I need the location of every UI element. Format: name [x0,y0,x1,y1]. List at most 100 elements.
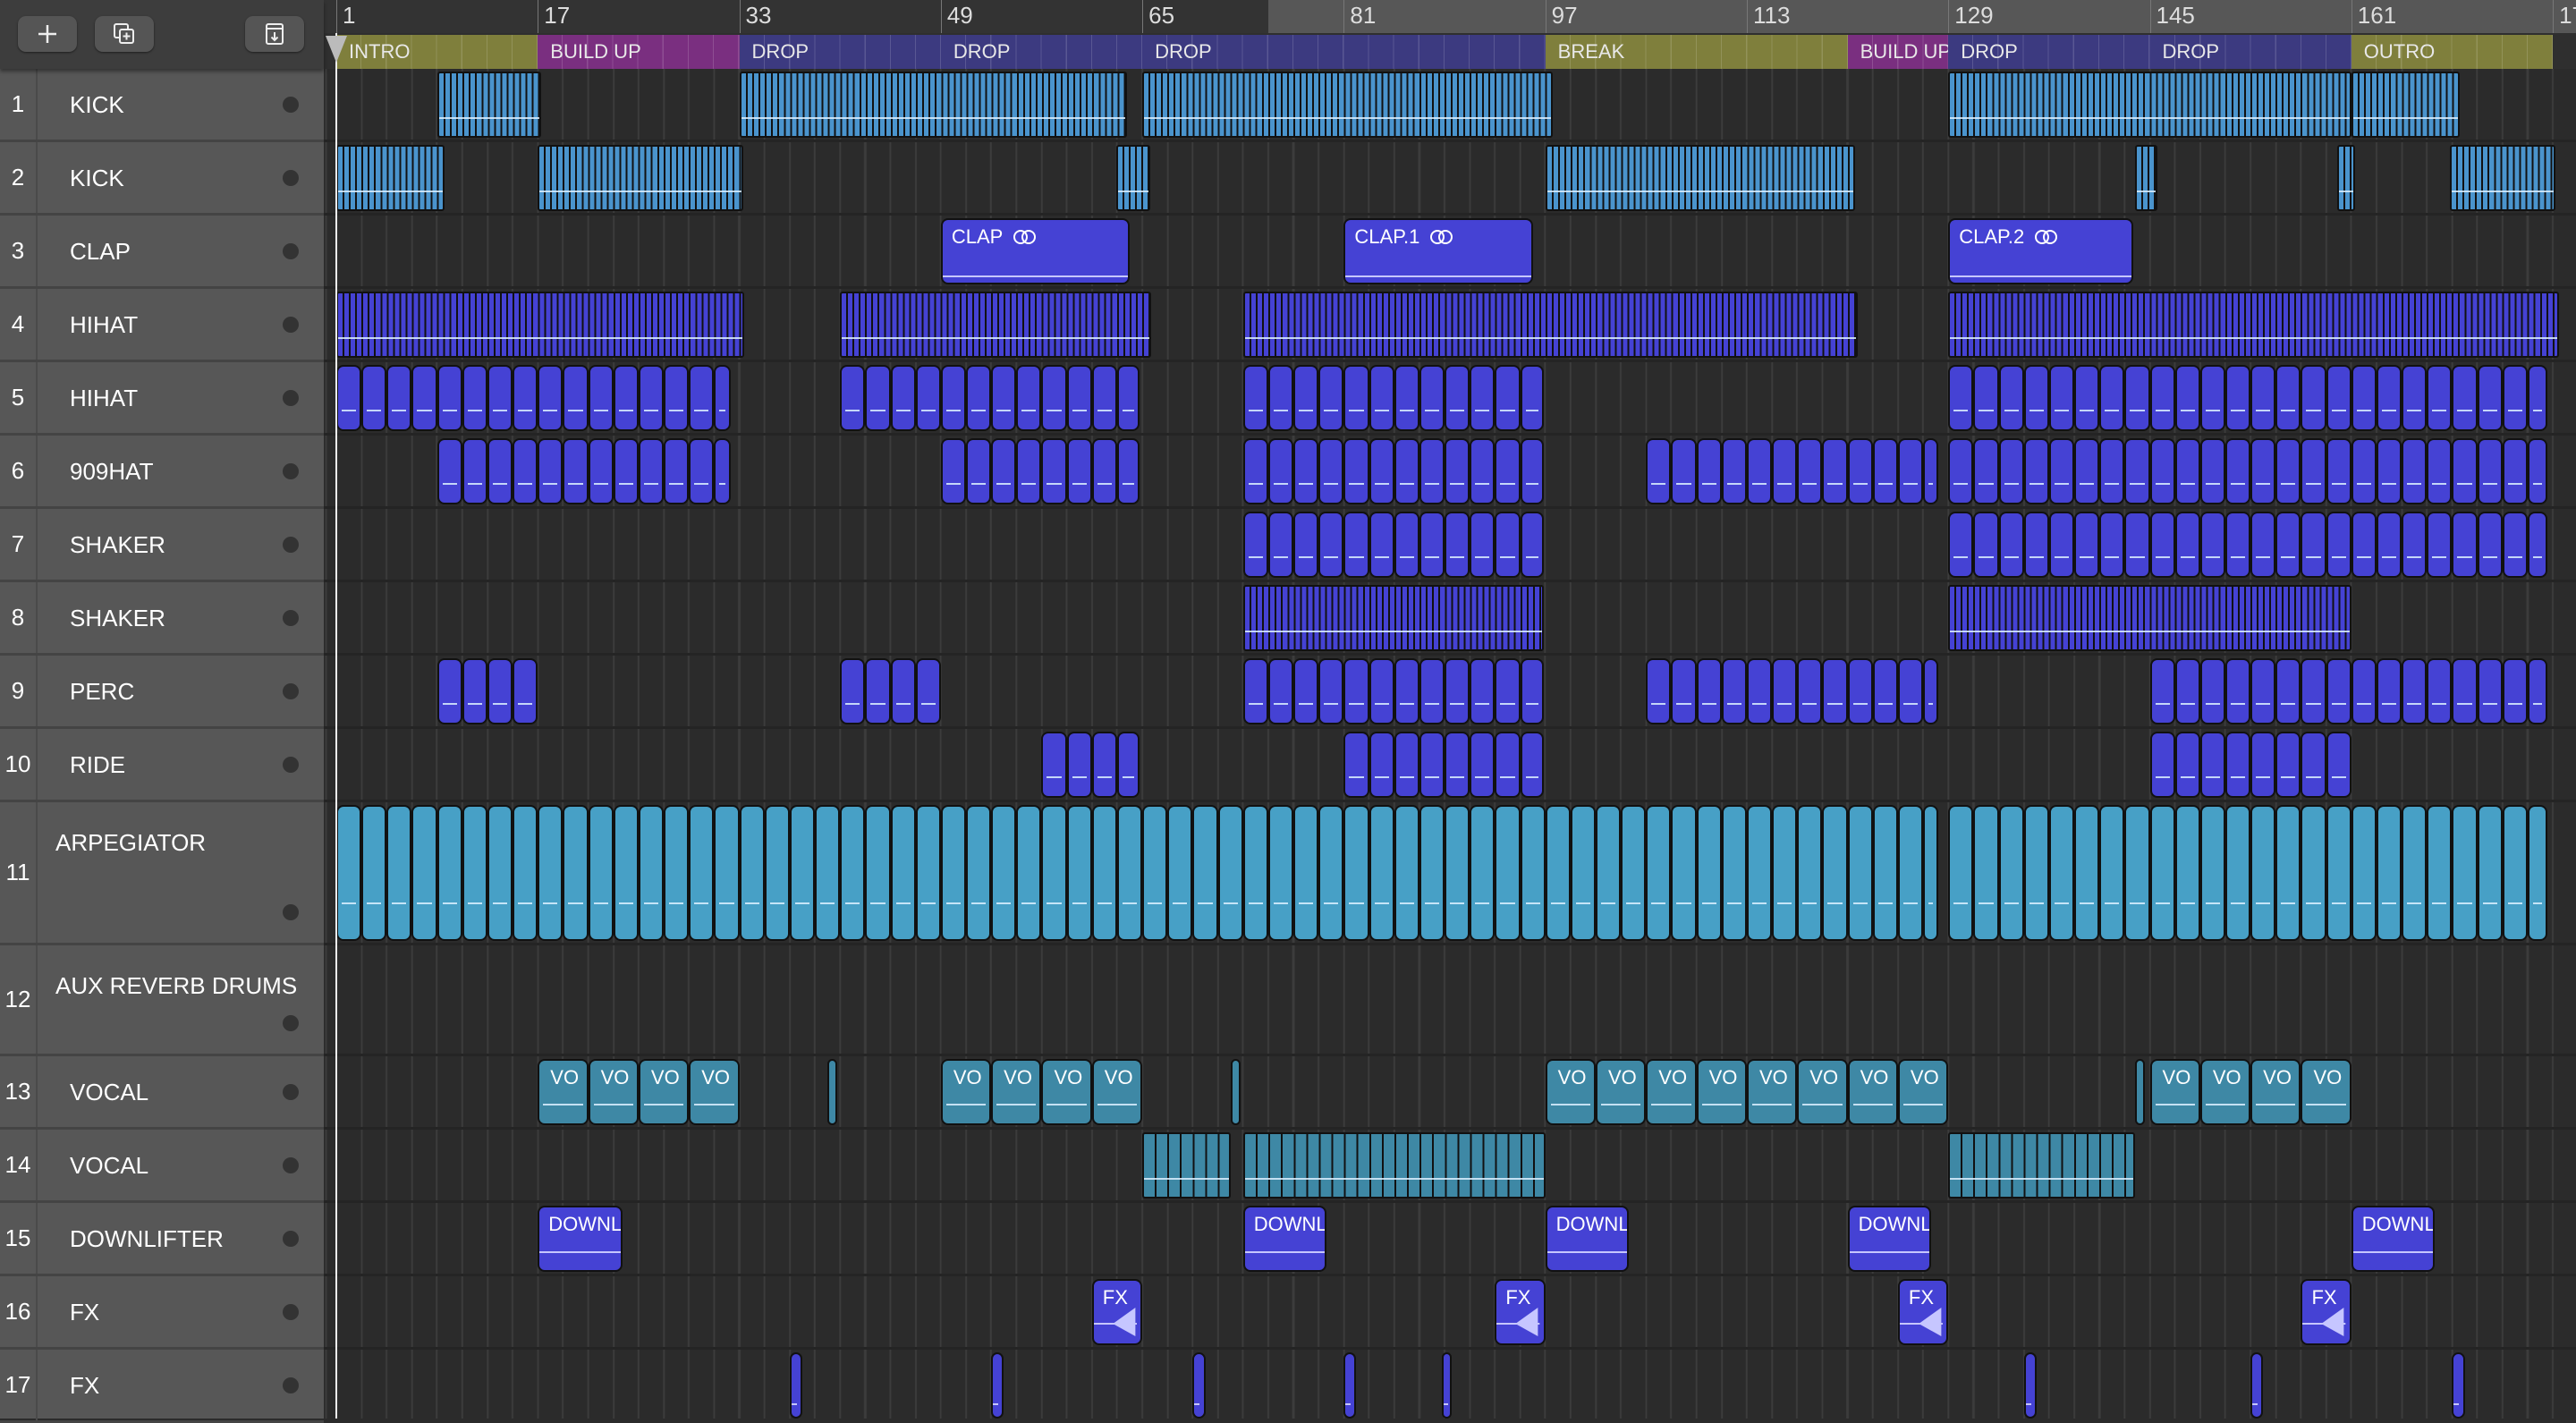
region-segment[interactable] [2224,805,2251,941]
region-segment[interactable] [588,805,614,941]
track-lane-15[interactable]: DOWNL DOWNL DOWNL DOWNL DOWNL [324,1203,2576,1276]
region[interactable] [1948,512,2548,578]
track-lane-5[interactable] [324,362,2576,436]
region-segment[interactable] [1520,512,1545,578]
region-segment[interactable] [2351,658,2377,724]
region-segment[interactable] [1066,365,1092,431]
track-header-6[interactable]: 6 909HAT [0,436,324,509]
region[interactable]: CLAP.1 [1343,218,1533,284]
region-segment[interactable] [1772,438,1798,504]
region-segment[interactable] [1041,438,1067,504]
track-status-dot[interactable] [283,243,299,259]
region-segment[interactable] [664,438,690,504]
region-segment[interactable]: VO [2199,1059,2251,1125]
region-segment[interactable] [1394,365,1419,431]
region-segment[interactable] [1872,438,1898,504]
region-segment[interactable] [2023,805,2049,941]
region[interactable] [336,145,445,211]
region-segment[interactable] [1721,438,1747,504]
region-segment[interactable] [1570,805,1596,941]
track-name[interactable]: DOWNLIFTER [70,1225,224,1253]
track-name[interactable]: HIHAT [70,385,138,412]
region-segment[interactable] [915,365,941,431]
region-segment[interactable] [865,365,891,431]
region-segment[interactable] [1419,658,1445,724]
track-status-dot[interactable] [283,1377,299,1393]
region-segment[interactable] [2023,438,2049,504]
region-segment[interactable] [2427,512,2453,578]
region-segment[interactable] [1217,805,1243,941]
region-segment[interactable] [2502,365,2528,431]
region-segment[interactable] [513,658,538,724]
region-segment[interactable] [361,365,387,431]
region-segment[interactable] [840,365,866,431]
region-segment[interactable]: VO [940,1059,992,1125]
region-segment[interactable] [940,365,966,431]
region-segment[interactable]: VO [1545,1059,1596,1125]
region-segment[interactable] [1495,658,1521,724]
track-header-7[interactable]: 7 SHAKER [0,509,324,582]
region-segment[interactable] [2477,512,2503,578]
track-header-17[interactable]: 17 FX [0,1350,324,1423]
region-segment[interactable] [2250,438,2276,504]
region-segment[interactable] [1419,805,1445,941]
region-segment[interactable] [1520,658,1545,724]
region-segment[interactable] [2402,658,2428,724]
region-segment[interactable] [2502,438,2528,504]
region-segment[interactable] [739,805,765,941]
region-segment[interactable] [1041,805,1067,941]
region-segment[interactable] [2376,438,2402,504]
region-segment[interactable] [2402,512,2428,578]
region-segment[interactable] [1142,805,1168,941]
region-segment[interactable] [613,805,639,941]
region[interactable] [2452,1352,2465,1419]
track-status-dot[interactable] [283,904,299,920]
track-name[interactable]: FX [70,1299,99,1326]
region-segment[interactable] [1267,365,1294,431]
region-segment[interactable] [2502,512,2528,578]
region-segment[interactable]: VO [1646,1059,1697,1125]
region-segment[interactable] [2099,512,2125,578]
region-segment[interactable] [1116,365,1140,431]
region[interactable] [1343,1352,1357,1419]
region-segment[interactable] [1091,365,1117,431]
region-segment[interactable] [2301,805,2326,941]
region-segment[interactable] [2527,658,2548,724]
region-segment[interactable] [1293,512,1319,578]
region-segment[interactable] [2199,365,2225,431]
region-segment[interactable] [1495,732,1521,798]
region-segment[interactable] [1192,805,1218,941]
region[interactable] [1948,438,2548,504]
region-segment[interactable] [991,365,1017,431]
track-lane-4[interactable] [324,289,2576,362]
region-segment[interactable] [1343,438,1369,504]
track-name[interactable]: HIHAT [70,311,138,339]
region-segment[interactable] [1973,512,1999,578]
region-segment[interactable] [2376,365,2402,431]
region-segment[interactable] [2124,805,2150,941]
region-segment[interactable] [1746,658,1773,724]
region[interactable] [2351,72,2460,138]
region[interactable] [2023,1352,2037,1419]
region-segment[interactable] [2275,732,2301,798]
track-lane-8[interactable] [324,582,2576,656]
region[interactable]: VO VO VO VO [940,1059,1143,1125]
region-segment[interactable] [613,438,639,504]
region-segment[interactable] [487,365,513,431]
region-segment[interactable] [664,805,690,941]
region-segment[interactable] [588,365,614,431]
region-segment[interactable] [1646,805,1672,941]
region-segment[interactable] [1242,512,1268,578]
region-segment[interactable] [2326,658,2351,724]
region-segment[interactable] [2199,512,2225,578]
region-segment[interactable] [1973,438,1999,504]
region-segment[interactable] [2326,732,2351,798]
region[interactable]: DOWNL [538,1206,623,1272]
region-segment[interactable] [2149,805,2175,941]
region-segment[interactable] [1242,365,1268,431]
region-segment[interactable] [436,658,462,724]
region-segment[interactable] [1091,805,1117,941]
region-segment[interactable] [2452,512,2478,578]
region-segment[interactable] [487,658,513,724]
region-segment[interactable] [940,438,966,504]
